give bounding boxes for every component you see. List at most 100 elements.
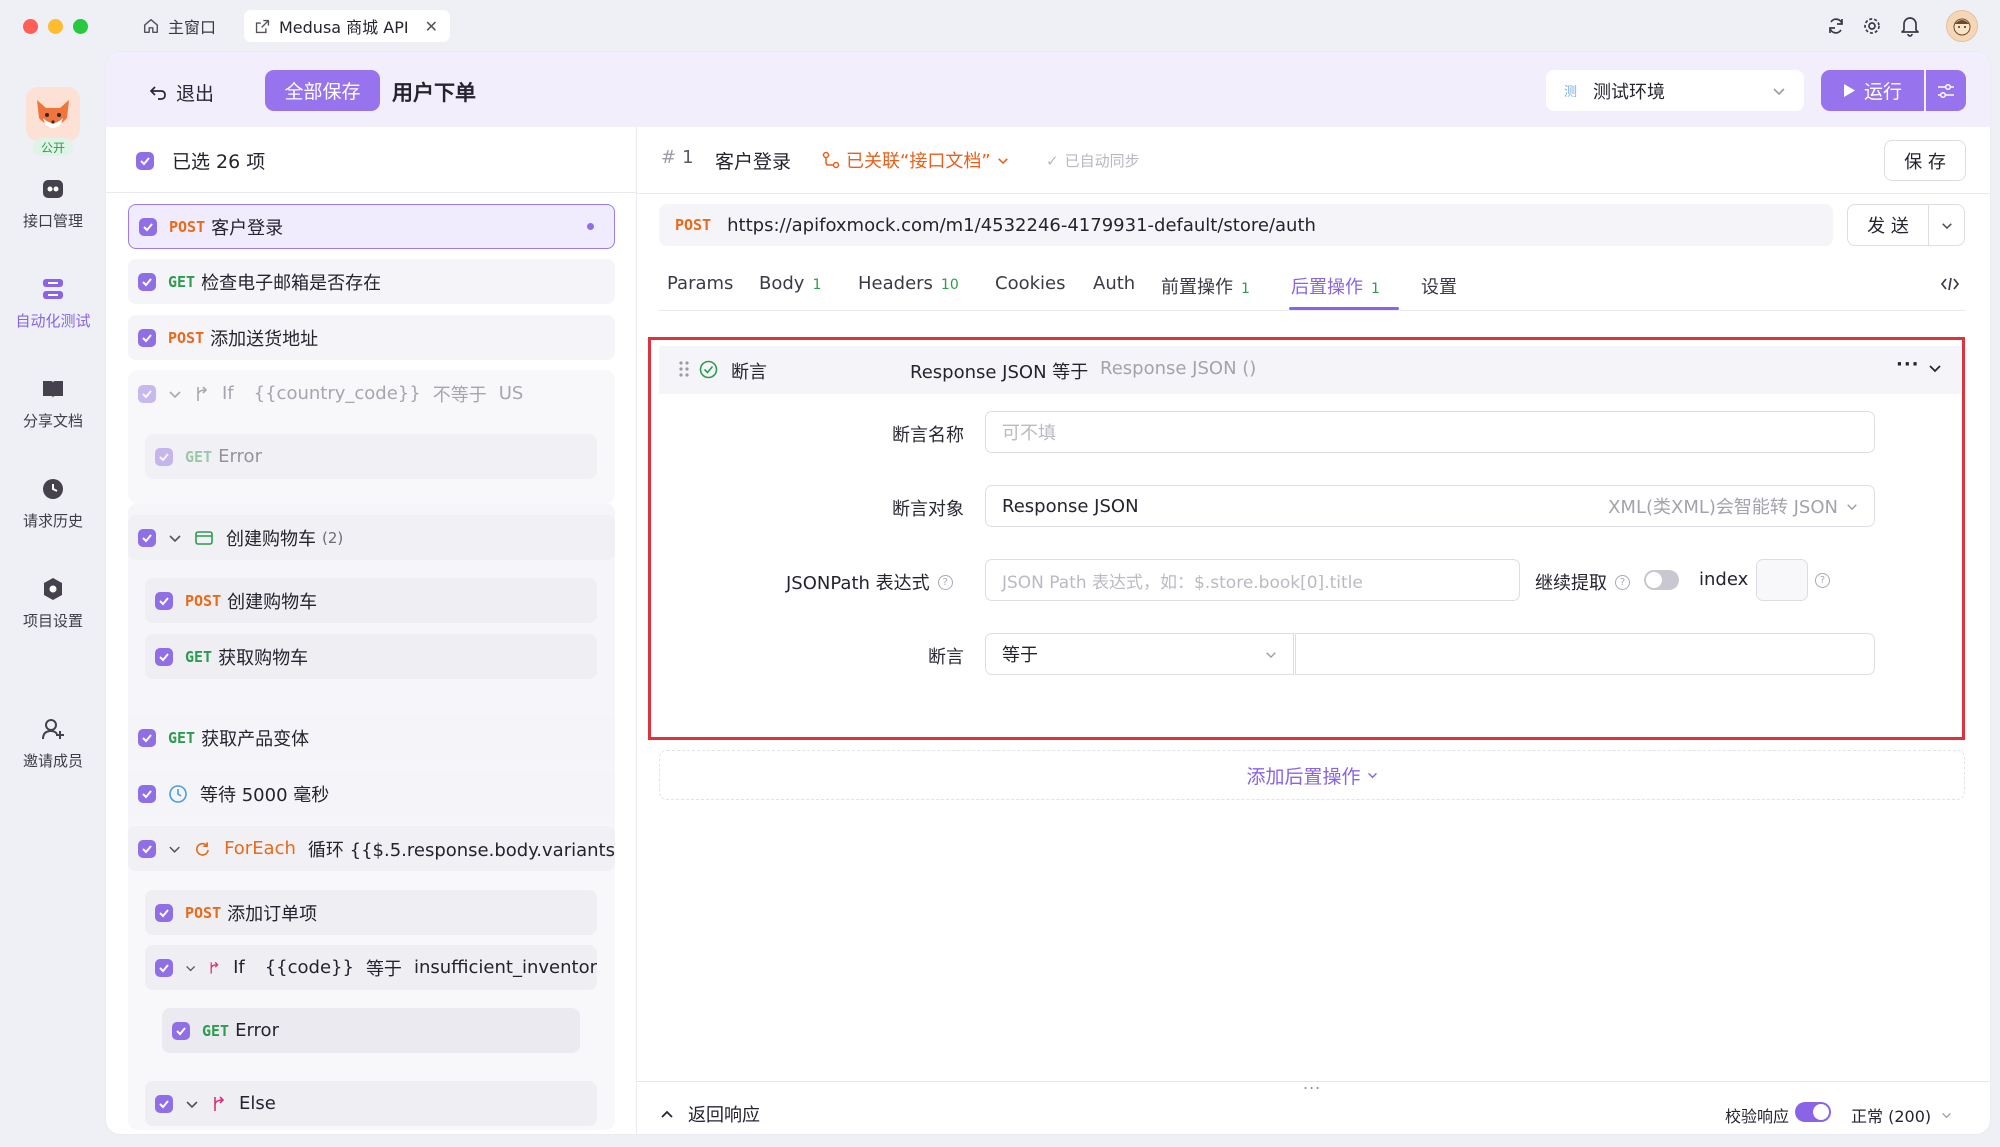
step-checkbox[interactable] xyxy=(138,528,156,547)
tab-count: 10 xyxy=(940,277,959,293)
close-tab-icon[interactable]: ✕ xyxy=(425,17,438,36)
save-all-button[interactable]: 全部保存 xyxy=(265,70,380,111)
nav-label: 请求历史 xyxy=(22,512,83,530)
chevron-down-icon[interactable] xyxy=(168,533,182,543)
nav-label: 自动化测试 xyxy=(15,312,91,330)
step-item-group[interactable]: 创建购物车 (2) xyxy=(128,515,615,560)
step-item[interactable]: GET 获取购物车 xyxy=(145,634,597,679)
chevron-down-icon xyxy=(997,157,1008,164)
step-item-foreach[interactable]: ForEach 循环 {{$.5.response.body.variants xyxy=(128,826,615,871)
nav-automation-test[interactable]: 自动化测试 xyxy=(0,276,106,331)
chevron-down-icon[interactable] xyxy=(168,389,182,399)
step-checkbox[interactable] xyxy=(139,217,157,236)
add-post-operation-button[interactable]: 添加后置操作 xyxy=(659,750,1965,800)
nav-request-history[interactable]: 请求历史 xyxy=(0,476,106,531)
verify-response-toggle[interactable] xyxy=(1795,1102,1831,1122)
exit-button[interactable]: 退出 xyxy=(148,79,214,106)
step-item-if[interactable]: If {{country_code}} 不等于 US xyxy=(128,371,615,416)
step-item[interactable]: POST 添加送货地址 xyxy=(128,315,615,360)
chevron-down-icon xyxy=(1942,1112,1951,1119)
tab-auth[interactable]: Auth xyxy=(1093,273,1135,294)
step-item[interactable]: GET 检查电子邮箱是否存在 xyxy=(128,259,615,304)
tab-project[interactable]: Medusa 商城 API ✕ xyxy=(244,10,450,42)
resize-handle[interactable]: ... xyxy=(1303,1074,1321,1093)
foreach-expression: 循环 {{$.5.response.body.variants xyxy=(307,839,615,861)
project-logo[interactable] xyxy=(26,87,80,141)
step-checkbox[interactable] xyxy=(155,647,173,666)
chevron-down-icon[interactable] xyxy=(185,1099,199,1109)
tab-home[interactable]: 主窗口 xyxy=(132,10,226,42)
select-all-checkbox[interactable] xyxy=(136,151,154,170)
back-to-response-button[interactable]: 返回响应 xyxy=(660,1101,760,1127)
tab-pre-operations[interactable]: 前置操作 1 xyxy=(1161,273,1250,299)
code-icon[interactable] xyxy=(1940,275,1960,293)
step-item-else[interactable]: Else xyxy=(145,1081,597,1126)
url-method: POST xyxy=(675,216,712,234)
save-button[interactable]: 保 存 xyxy=(1884,140,1966,181)
step-checkbox[interactable] xyxy=(155,903,173,922)
clock-icon xyxy=(43,479,63,499)
avatar[interactable] xyxy=(1946,10,1978,42)
run-options-button[interactable] xyxy=(1926,70,1966,111)
chevron-down-icon[interactable] xyxy=(168,844,181,854)
nav-invite-members[interactable]: 邀请成员 xyxy=(0,716,106,771)
nav-project-settings[interactable]: 项目设置 xyxy=(0,576,106,631)
step-checkbox[interactable] xyxy=(155,591,173,610)
step-checkbox[interactable] xyxy=(138,839,156,858)
chevron-down-icon[interactable] xyxy=(185,963,196,973)
step-checkbox[interactable] xyxy=(155,447,173,466)
run-button[interactable]: 运行 xyxy=(1821,70,1924,111)
linked-doc-dropdown[interactable]: 已关联“接口文档” xyxy=(822,147,1009,173)
tab-params[interactable]: Params xyxy=(667,273,733,294)
minimize-window-button[interactable] xyxy=(48,19,63,34)
if-keyword: If xyxy=(222,383,234,404)
response-status-select[interactable]: 正常 (200) xyxy=(1851,1103,1952,1127)
tab-body[interactable]: Body 1 xyxy=(759,273,821,294)
step-item[interactable]: POST 创建购物车 xyxy=(145,578,597,623)
tab-cookies[interactable]: Cookies xyxy=(995,273,1065,294)
url-bar[interactable]: POST https://apifoxmock.com/m1/4532246-4… xyxy=(659,204,1833,246)
step-item[interactable]: GET 获取产品变体 xyxy=(128,715,615,760)
step-item[interactable]: GET Error xyxy=(162,1008,580,1053)
step-checkbox[interactable] xyxy=(155,958,173,977)
environment-select[interactable]: 测 测试环境 xyxy=(1546,70,1804,111)
step-item[interactable]: POST 客户登录 xyxy=(128,204,615,249)
step-checkbox[interactable] xyxy=(138,328,156,347)
step-checkbox[interactable] xyxy=(138,272,156,291)
step-item-if[interactable]: If {{code}} 等于 insufficient_inventor xyxy=(145,945,597,990)
tab-settings[interactable]: 设置 xyxy=(1421,273,1457,299)
maximize-window-button[interactable] xyxy=(73,19,88,34)
linked-doc-label: 已关联“接口文档” xyxy=(846,151,991,172)
step-item-wait[interactable]: 等待 5000 毫秒 xyxy=(128,771,615,816)
nav-share-docs[interactable]: 分享文档 xyxy=(0,376,106,431)
refresh-icon[interactable] xyxy=(1826,16,1846,36)
step-checkbox[interactable] xyxy=(172,1021,190,1040)
send-options-button[interactable] xyxy=(1928,204,1965,246)
bell-icon[interactable] xyxy=(1900,15,1920,37)
step-item[interactable]: POST 添加订单项 xyxy=(145,890,597,935)
method-badge: GET xyxy=(185,447,213,466)
request-name: 客户登录 xyxy=(715,151,792,173)
step-checkbox[interactable] xyxy=(138,384,156,403)
select-all-row[interactable]: 已选 26 项 xyxy=(136,147,265,174)
if-value: US xyxy=(498,383,524,404)
check-icon: ✓ xyxy=(1046,151,1059,170)
if-variable: {{code}} xyxy=(264,957,354,978)
method-badge: POST xyxy=(168,328,205,347)
panel-divider xyxy=(636,127,637,1134)
step-checkbox[interactable] xyxy=(138,784,156,803)
tab-headers[interactable]: Headers 10 xyxy=(858,273,959,294)
step-checkbox[interactable] xyxy=(138,728,156,747)
close-window-button[interactable] xyxy=(23,19,38,34)
tab-count: 1 xyxy=(812,277,822,293)
nav-api-management[interactable]: 接口管理 xyxy=(0,176,106,231)
step-item[interactable]: GET Error xyxy=(145,434,597,479)
tab-post-operations[interactable]: 后置操作 1 xyxy=(1291,273,1380,299)
gear-icon[interactable] xyxy=(1862,16,1882,36)
url-input[interactable]: https://apifoxmock.com/m1/4532246-417993… xyxy=(727,215,1316,236)
check-icon xyxy=(140,156,150,165)
send-button[interactable]: 发 送 xyxy=(1847,204,1929,246)
step-checkbox[interactable] xyxy=(155,1094,173,1113)
highlight-box xyxy=(648,337,1965,740)
book-icon xyxy=(43,381,63,398)
